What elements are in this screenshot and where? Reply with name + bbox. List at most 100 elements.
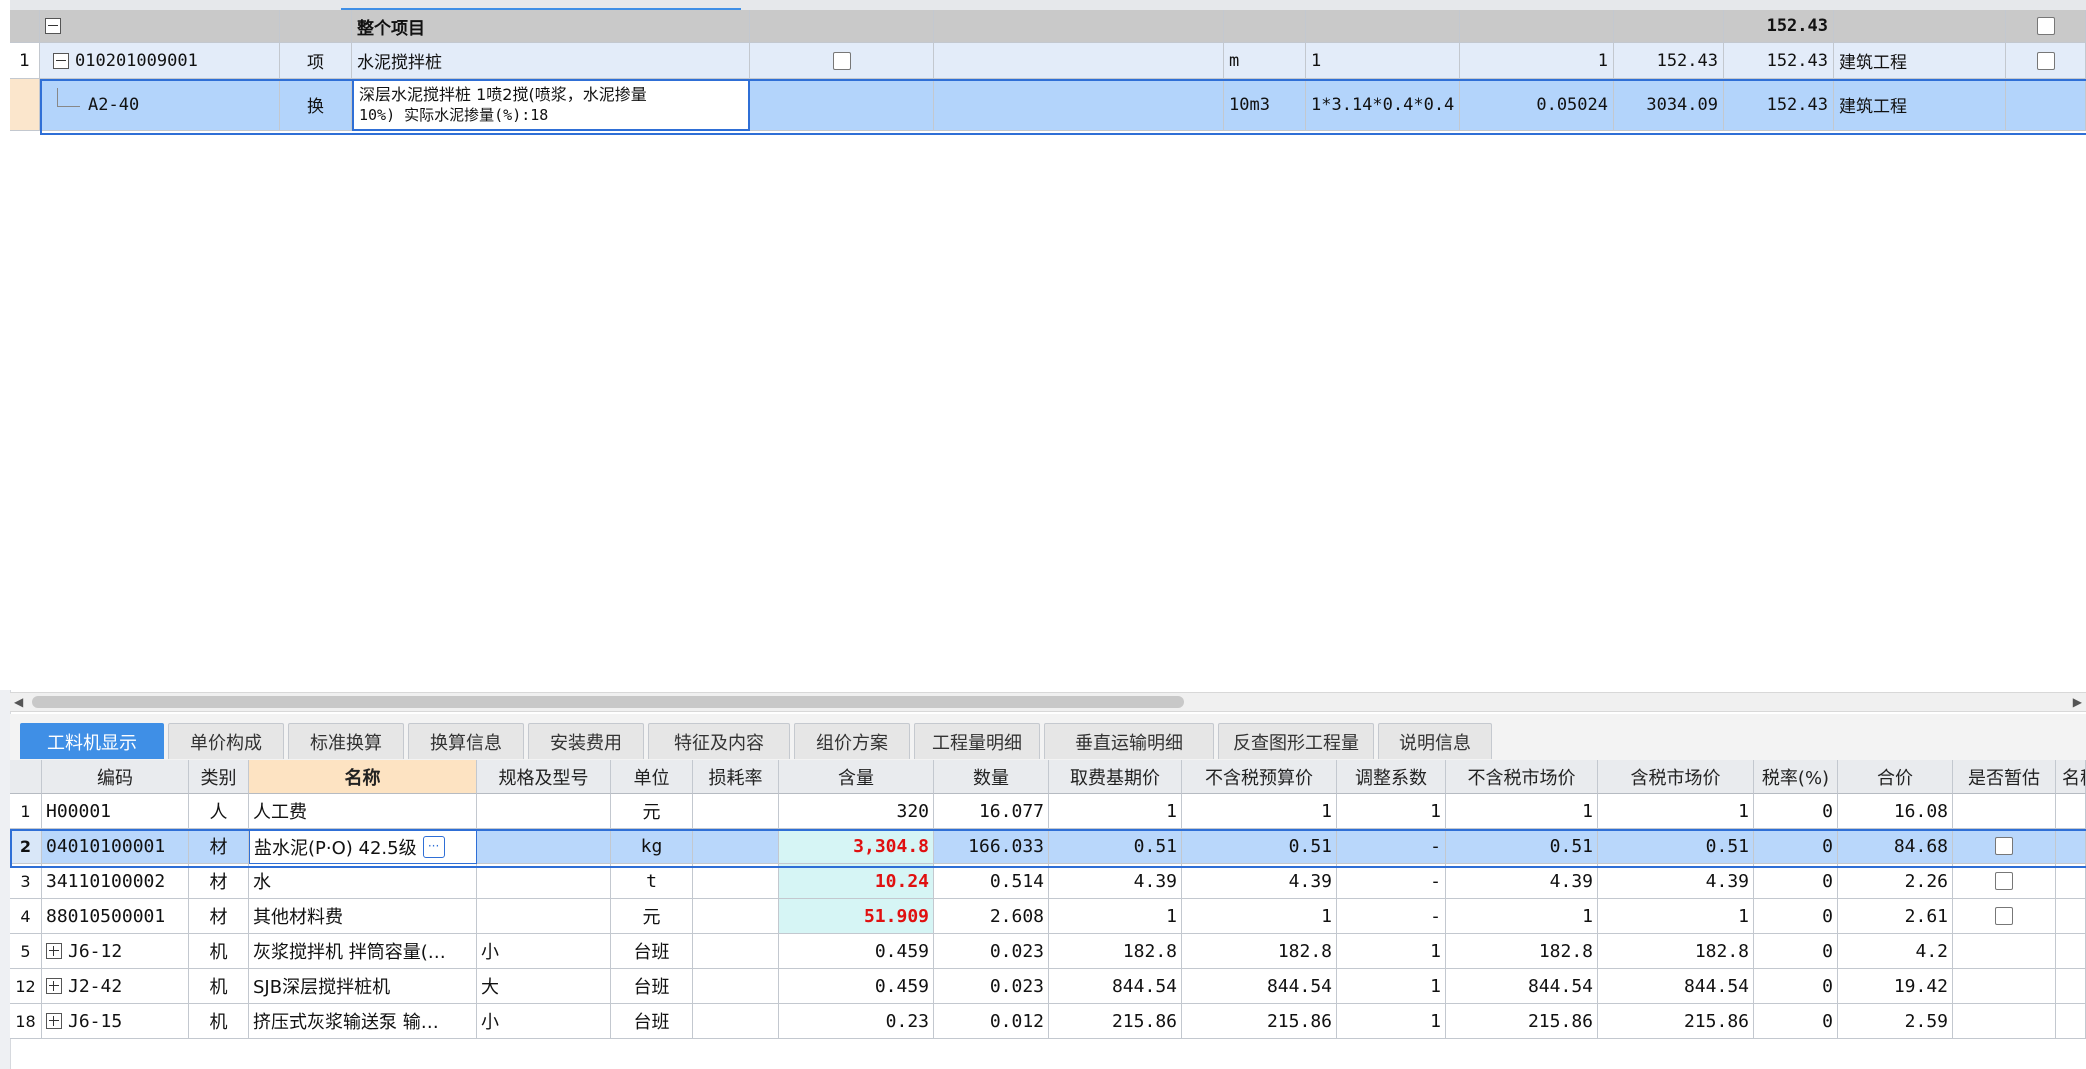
provisional-checkbox[interactable] <box>1995 837 2013 855</box>
scroll-right-icon[interactable]: ▶ <box>2073 695 2082 709</box>
checkbox[interactable] <box>832 51 851 70</box>
horizontal-scrollbar[interactable]: ◀ ▶ <box>10 692 2086 712</box>
tax-rate-cell-text: 0 <box>1822 940 1833 962</box>
quantity-cell-text: 0.514 <box>989 870 1044 892</box>
name-cell[interactable]: 挤压式灰浆输送泵 输… <box>249 1004 477 1039</box>
header-name[interactable]: 名称 <box>249 760 477 794</box>
header-base-price[interactable]: 取费基期价 <box>1049 760 1182 794</box>
header-provisional[interactable]: 是否暂估 <box>1953 760 2056 794</box>
table-row[interactable]: 1 H00001 人 人工费 元 320 16.077 1 1 1 1 1 0 16.08 <box>10 794 2086 829</box>
name-cell[interactable]: 其他材料费 <box>249 899 477 934</box>
header-quantity[interactable]: 数量 <box>934 760 1049 794</box>
unit-cell: t <box>611 864 693 899</box>
table-row[interactable]: 4 88010500001 材 其他材料费 元 51.909 2.608 1 1 - 1 1 0 2.61 <box>10 899 2086 934</box>
header-code[interactable]: 编码 <box>42 760 189 794</box>
row-number: 5 <box>10 934 42 969</box>
tab-reverse-check[interactable]: 反查图形工程量 <box>1218 723 1374 759</box>
code-cell <box>40 10 280 43</box>
name-cell: 水泥搅拌桩 <box>352 43 750 79</box>
total-cell: 152.43 <box>1724 10 1834 43</box>
expand-icon[interactable] <box>46 1013 62 1029</box>
base-price-cell: 215.86 <box>1049 1004 1182 1039</box>
content-cell[interactable]: 51.909 <box>779 899 934 934</box>
content-cell[interactable]: 10.24 <box>779 864 934 899</box>
header-loss-rate[interactable]: 损耗率 <box>693 760 779 794</box>
market-price-tax-cell: 844.54 <box>1598 969 1754 1004</box>
expand-icon[interactable] <box>46 978 62 994</box>
tab-description[interactable]: 说明信息 <box>1378 723 1492 759</box>
scroll-left-icon[interactable]: ◀ <box>14 695 23 709</box>
empty-cell <box>934 79 1224 131</box>
quantity-cell-text: 0.023 <box>989 940 1044 962</box>
tab-standard-conversion[interactable]: 标准换算 <box>288 723 404 759</box>
name-cell-editing[interactable]: 深层水泥搅拌桩 1喷2搅(喷浆，水泥掺量 10%) 实际水泥掺量(%):18 <box>352 79 750 131</box>
name-cell[interactable]: 水 <box>249 864 477 899</box>
content-cell[interactable]: 0.23 <box>779 1004 934 1039</box>
code-cell[interactable]: H00001 <box>42 794 189 829</box>
header-adjust-coef[interactable]: 调整系数 <box>1337 760 1446 794</box>
category-cell-text: 机 <box>209 977 228 998</box>
table-row[interactable]: 18 J6-15 机 挤压式灰浆输送泵 输… 小 台班 0.23 0.012 215.86 215… <box>10 1004 2086 1039</box>
provisional-checkbox[interactable] <box>1995 907 2013 925</box>
total-cell-text: 2.61 <box>1904 905 1948 927</box>
content-cell[interactable]: 0.459 <box>779 934 934 969</box>
code-cell[interactable]: J6-12 <box>42 934 189 969</box>
base-price-cell: 4.39 <box>1049 864 1182 899</box>
quantity-cell: 166.033 <box>934 829 1049 864</box>
header-content[interactable]: 含量 <box>779 760 934 794</box>
content-cell[interactable]: 3,304.8 <box>779 829 934 864</box>
collapse-icon[interactable] <box>53 52 69 69</box>
tab-pricing-plan[interactable]: 组价方案 <box>794 723 910 759</box>
header-tax-rate[interactable]: 税率(%) <box>1754 760 1838 794</box>
name-cell[interactable]: 灰浆搅拌机 拌筒容量(… <box>249 934 477 969</box>
header-market-price-tax[interactable]: 含税市场价 <box>1598 760 1754 794</box>
provisional-cell <box>1953 829 2056 864</box>
header-unit[interactable]: 单位 <box>611 760 693 794</box>
code-cell[interactable]: J6-15 <box>42 1004 189 1039</box>
category-cell-text: 材 <box>209 907 228 928</box>
ellipsis-edit-icon[interactable]: ··· <box>422 835 445 858</box>
code-cell[interactable]: 04010100001 <box>42 829 189 864</box>
name-cell[interactable]: 人工费 <box>249 794 477 829</box>
content-cell[interactable]: 320 <box>779 794 934 829</box>
header-spec[interactable]: 规格及型号 <box>477 760 611 794</box>
name-cell-text: 人工费 <box>253 802 307 823</box>
content-cell[interactable]: 0.459 <box>779 969 934 1004</box>
tab-quantity-detail[interactable]: 工程量明细 <box>914 723 1040 759</box>
market-price-cell: 182.8 <box>1446 934 1598 969</box>
table-row-item[interactable]: 1 010201009001 项 水泥搅拌桩 m 1 1 152.43 152.… <box>10 43 2086 79</box>
collapse-icon[interactable] <box>45 18 61 34</box>
table-row[interactable]: 2 04010100001 材盐水泥(P·O) 42.5级 ··· kg 3,304.8 1… <box>10 829 2086 864</box>
checkbox[interactable] <box>2036 17 2055 35</box>
market-price-cell: 4.39 <box>1446 864 1598 899</box>
header-category[interactable]: 类别 <box>189 760 249 794</box>
checkbox[interactable] <box>2036 51 2055 70</box>
table-row[interactable]: 12 J2-42 机 SJB深层搅拌桩机 大 台班 0.459 0.023 844.54 844.… <box>10 969 2086 1004</box>
table-row[interactable]: 3 34110100002 材 水 t 10.24 0.514 4.39 4.39 - 4.39 4.… <box>10 864 2086 899</box>
table-row-subitem[interactable]: A2-40 换 深层水泥搅拌桩 1喷2搅(喷浆，水泥掺量 10%) 实际水泥掺量… <box>10 79 2086 131</box>
expr-cell[interactable]: 1 <box>1306 43 1460 79</box>
table-row[interactable]: 5 J6-12 机 灰浆搅拌机 拌筒容量(… 小 台班 0.459 0.023 182.8 182… <box>10 934 2086 969</box>
scrollbar-thumb[interactable] <box>32 696 1184 708</box>
provisional-checkbox[interactable] <box>1995 872 2013 890</box>
expand-icon[interactable] <box>46 943 62 959</box>
table-row-project-total[interactable]: 整个项目 152.43 <box>10 10 2086 43</box>
name-cell[interactable]: 盐水泥(P·O) 42.5级 ··· <box>249 829 477 864</box>
header-name-extra[interactable]: 名称 <box>2056 760 2086 794</box>
tab-conversion-info[interactable]: 换算信息 <box>408 723 524 759</box>
market-price-cell-text: 844.54 <box>1527 975 1593 997</box>
tab-features[interactable]: 特征及内容 <box>648 723 790 759</box>
code-cell[interactable]: J2-42 <box>42 969 189 1004</box>
name-cell[interactable]: SJB深层搅拌桩机 <box>249 969 477 1004</box>
tab-install-fee[interactable]: 安装费用 <box>528 723 644 759</box>
code-cell[interactable]: 88010500001 <box>42 899 189 934</box>
tab-vertical-transport[interactable]: 垂直运输明细 <box>1044 723 1214 759</box>
tab-unit-price[interactable]: 单价构成 <box>168 723 284 759</box>
code-cell[interactable]: 34110100002 <box>42 864 189 899</box>
header-market-price[interactable]: 不含税市场价 <box>1446 760 1598 794</box>
base-price-cell: 0.51 <box>1049 829 1182 864</box>
header-budget-price[interactable]: 不含税预算价 <box>1182 760 1337 794</box>
expr-cell[interactable]: 1*3.14*0.4*0.4 <box>1306 79 1460 131</box>
header-total[interactable]: 合价 <box>1838 760 1953 794</box>
tab-labor-material-machine[interactable]: 工料机显示 <box>20 723 164 759</box>
